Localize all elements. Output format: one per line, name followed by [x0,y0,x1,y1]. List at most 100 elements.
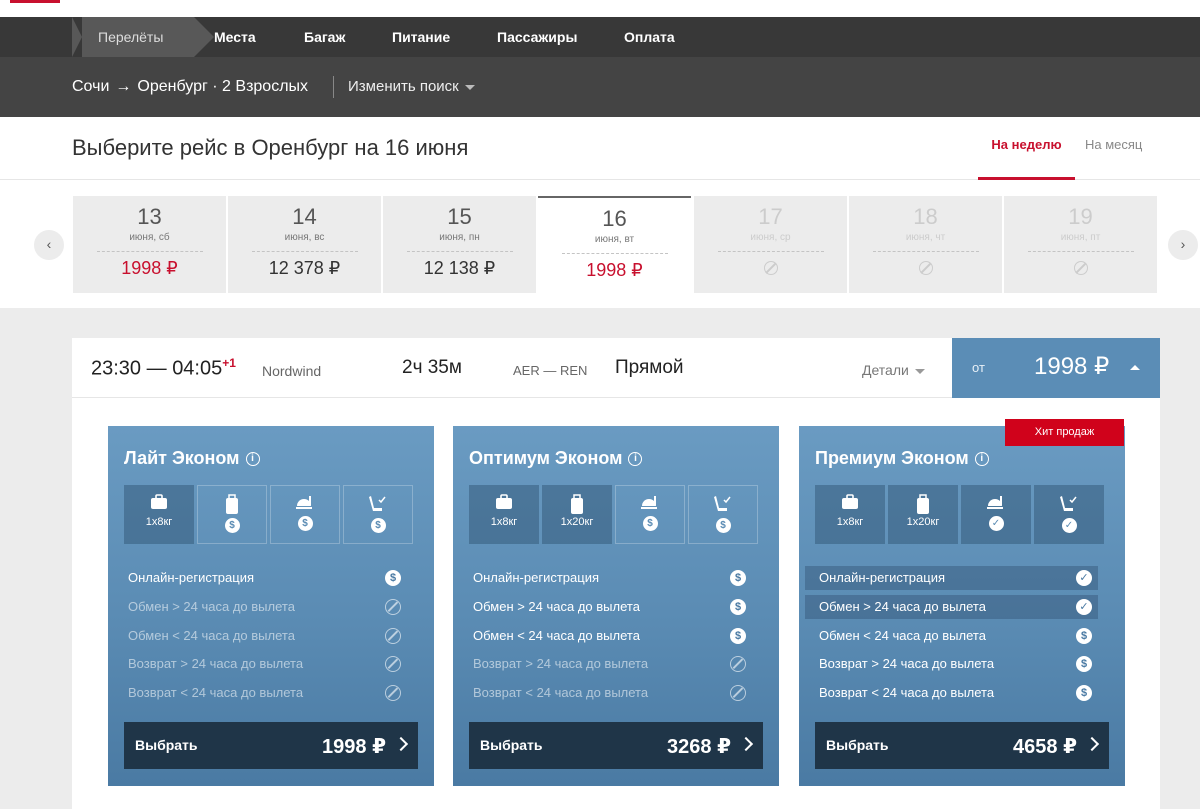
no-flights-icon [918,261,933,275]
day-price: 12 138 ₽ [423,258,496,278]
feature-label: 1x8кг [490,516,518,528]
condition-text: Возврат < 24 часа до вылета [819,685,995,700]
condition-row: Онлайн-регистрация $ [114,566,407,590]
meal-icon [987,496,1003,509]
suitcase-icon [571,494,583,514]
chevron-right-icon[interactable]: › [1168,230,1198,260]
step-seats[interactable]: Места [214,17,256,57]
divider [717,251,824,252]
day-cell[interactable]: 15 июня, пн 12 138 ₽ [383,196,536,293]
details-toggle[interactable]: Детали [862,362,925,378]
check-icon: ✓ [1061,518,1077,533]
fare-price: 4658 ₽ [1013,736,1077,758]
check-icon: ✓ [1076,599,1092,615]
flight-type: Прямой [615,357,684,378]
paid-icon: $ [730,570,746,586]
date-strip: ‹ 13 июня, сб 1998 ₽ 14 июня, вс 12 378 … [0,180,1200,308]
condition-row: Онлайн-регистрация $ [459,566,752,590]
paid-icon: $ [1076,656,1092,672]
tab-week[interactable]: На неделю [978,137,1075,180]
feature-bag: 1x8кг [469,485,539,544]
next-day-badge: +1 [222,356,236,370]
select-fare-button[interactable]: Выбрать 3268 ₽ [469,722,763,769]
unavailable-icon [385,599,401,615]
condition-row: Возврат < 24 часа до вылета [114,681,407,705]
condition-row: Обмен > 24 часа до вылета ✓ [805,595,1098,619]
condition-row: Обмен < 24 часа до вылета $ [459,624,752,648]
no-flights-icon [1073,261,1088,275]
paid-icon: $ [642,516,658,531]
fare-price: 3268 ₽ [667,736,731,758]
condition-text: Возврат < 24 часа до вылета [128,685,304,700]
step-payment[interactable]: Оплата [624,17,675,57]
booking-steps: Перелёты Места Багаж Питание Пассажиры О… [0,17,1200,57]
condition-text: Возврат < 24 часа до вылета [473,685,649,700]
unavailable-icon [385,685,401,701]
time-dash: — [141,357,173,380]
feature-label: 1x20кг [906,516,940,528]
divider [872,251,979,252]
condition-row: Обмен < 24 часа до вылета $ [805,624,1098,648]
select-fare-button[interactable]: Выбрать 4658 ₽ [815,722,1109,769]
feature-bag: 1x8кг [124,485,194,544]
fare-name: Оптимум Эконом [469,448,623,468]
fare-card-optimum: Оптимум Эконом i 1x8кг 1x20кг $ $ Онлайн-… [453,426,779,786]
seat-icon [369,496,386,511]
change-search-button[interactable]: Изменить поиск [348,57,475,117]
route-to: Оренбург [137,78,208,95]
info-icon[interactable]: i [628,452,643,466]
condition-row: Обмен < 24 часа до вылета [114,624,407,648]
info-icon[interactable]: i [974,452,989,466]
feature-suitcase: 1x20кг [542,485,612,544]
select-label: Выбрать [135,737,198,753]
day-weekday: июня, чт [905,232,946,243]
step-flights[interactable]: Перелёты [72,17,214,57]
chevron-down-icon [464,84,475,90]
condition-text: Онлайн-регистрация [473,570,600,585]
step-passengers[interactable]: Пассажиры [497,17,577,57]
condition-row: Обмен > 24 часа до вылета [114,595,407,619]
paid-icon: $ [224,518,240,533]
info-icon[interactable]: i [245,452,260,466]
day-number: 17 [758,204,783,229]
brand-mark [10,0,60,3]
step-baggage[interactable]: Багаж [304,17,345,57]
condition-row: Обмен > 24 часа до вылета $ [459,595,752,619]
chevron-right-icon [738,736,754,752]
condition-row: Возврат > 24 часа до вылета [459,652,752,676]
seat-icon [714,496,731,511]
day-cell[interactable]: 13 июня, сб 1998 ₽ [73,196,226,293]
paid-icon: $ [1076,685,1092,701]
day-number: 14 [292,204,317,229]
step-meals[interactable]: Питание [392,17,450,57]
tab-month[interactable]: На месяц [1085,137,1142,152]
condition-text: Возврат > 24 часа до вылета [128,656,304,671]
day-cell-selected[interactable]: 16 июня, вт 1998 ₽ [538,196,691,293]
unavailable-icon [385,628,401,644]
suitcase-icon [226,494,238,514]
fare-card-premium: Хит продаж Премиум Эконом i 1x8кг 1x20кг … [799,419,1125,786]
fare-title: Премиум Эконом i [815,448,989,469]
details-label: Детали [862,362,909,378]
route-from: Сочи [72,78,110,95]
condition-row: Возврат < 24 часа до вылета $ [805,681,1098,705]
divider [96,251,203,252]
select-fare-button[interactable]: Выбрать 1998 ₽ [124,722,418,769]
divider [561,253,668,254]
bag-icon [496,494,512,509]
condition-text: Обмен < 24 часа до вылета [128,628,295,643]
day-weekday: июня, ср [750,232,791,243]
day-cell[interactable]: 14 июня, вс 12 378 ₽ [228,196,381,293]
arrow-right-icon: → [115,78,132,95]
airline-name: Nordwind [262,363,322,379]
price-toggle[interactable]: от 1998 ₽ [952,338,1160,398]
unavailable-icon [385,656,401,672]
chevron-left-icon[interactable]: ‹ [34,230,64,260]
fare-card-lite: Лайт Эконом i 1x8кг $ $ $ Онлайн-регистра… [108,426,434,786]
paid-icon: $ [385,570,401,586]
day-price: 1998 ₽ [121,258,178,278]
flight-summary[interactable]: 23:30 — 04:05+1 Nordwind 2ч 35м AER — RE… [72,338,1160,398]
meal-icon [296,496,312,509]
feature-seat: $ [688,485,758,544]
feature-label: 1x8кг [145,516,173,528]
